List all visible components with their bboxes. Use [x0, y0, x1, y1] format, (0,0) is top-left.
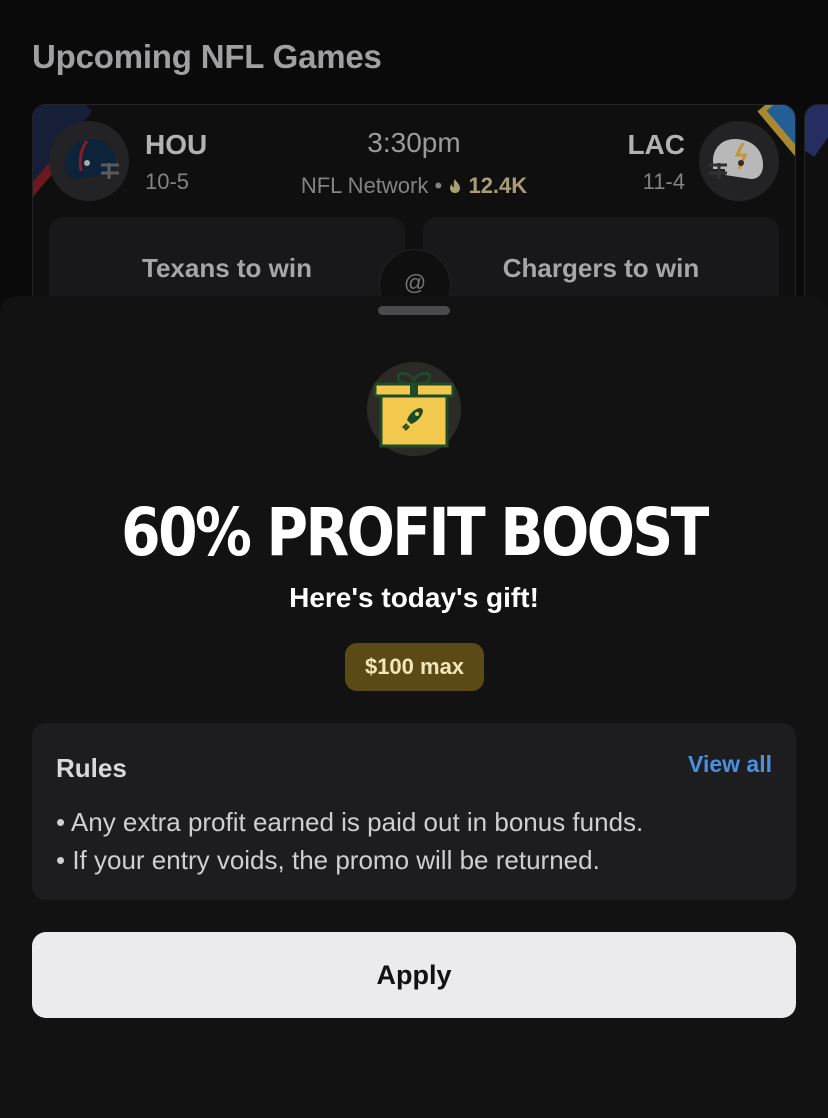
rules-title: Rules	[56, 753, 127, 783]
rules-card: Rules View all • Any extra profit earned…	[32, 723, 796, 900]
promo-subtitle: Here's today's gift!	[289, 582, 539, 613]
max-badge: $100 max	[345, 643, 484, 691]
rule-item: • If your entry voids, the promo will be…	[56, 845, 600, 875]
gift-rocket-icon	[367, 362, 461, 456]
rules-list: • Any extra profit earned is paid out in…	[56, 803, 776, 879]
view-all-link[interactable]: View all	[688, 751, 772, 778]
apply-button[interactable]: Apply	[32, 932, 796, 1018]
promo-sheet: 60% PROFIT BOOST Here's today's gift! $1…	[0, 296, 828, 1118]
promo-title: 60% PROFIT BOOST	[121, 494, 709, 571]
drag-handle[interactable]	[378, 306, 450, 315]
rule-item: • Any extra profit earned is paid out in…	[56, 807, 644, 837]
